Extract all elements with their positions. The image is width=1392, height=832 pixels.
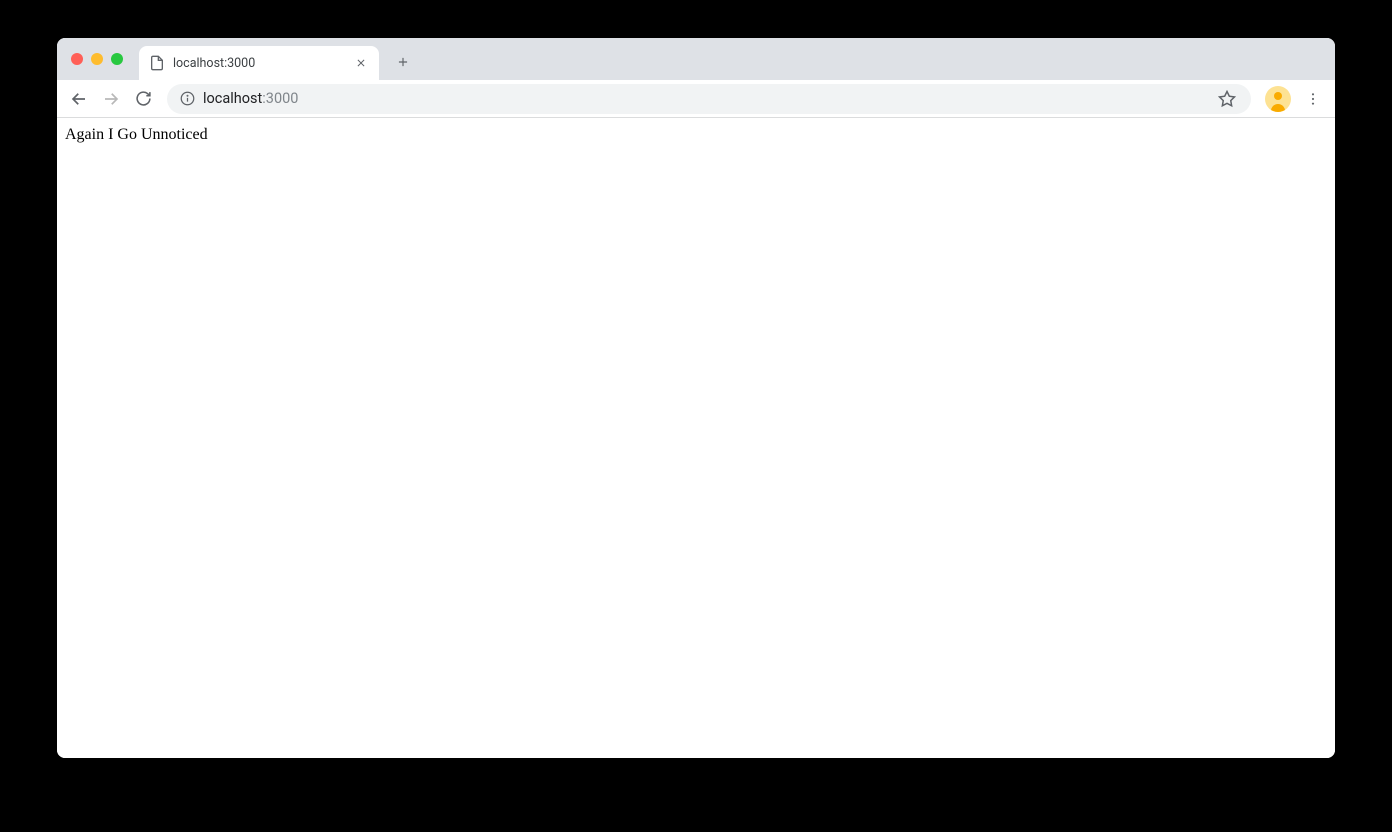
window-minimize-button[interactable] bbox=[91, 53, 103, 65]
tab-strip: localhost:3000 bbox=[57, 38, 1335, 80]
window-maximize-button[interactable] bbox=[111, 53, 123, 65]
site-info-icon[interactable] bbox=[179, 91, 195, 107]
profile-avatar[interactable] bbox=[1265, 86, 1291, 112]
bookmark-button[interactable] bbox=[1215, 87, 1239, 111]
browser-tab[interactable]: localhost:3000 bbox=[139, 46, 379, 80]
window-controls bbox=[67, 38, 133, 80]
url-host: localhost bbox=[203, 90, 262, 107]
browser-window: localhost:3000 bbox=[57, 38, 1335, 758]
browser-toolbar: localhost:3000 bbox=[57, 80, 1335, 118]
url-text: localhost:3000 bbox=[203, 90, 298, 107]
reload-button[interactable] bbox=[129, 85, 157, 113]
back-button[interactable] bbox=[65, 85, 93, 113]
window-close-button[interactable] bbox=[71, 53, 83, 65]
tab-title: localhost:3000 bbox=[173, 56, 347, 71]
browser-menu-button[interactable] bbox=[1299, 85, 1327, 113]
page-viewport: Again I Go Unnoticed bbox=[57, 118, 1335, 758]
new-tab-button[interactable] bbox=[389, 48, 417, 76]
file-icon bbox=[149, 55, 165, 71]
url-port: :3000 bbox=[262, 90, 298, 107]
tab-close-button[interactable] bbox=[353, 55, 369, 71]
address-bar[interactable]: localhost:3000 bbox=[167, 84, 1251, 114]
forward-button[interactable] bbox=[97, 85, 125, 113]
page-body-text: Again I Go Unnoticed bbox=[65, 126, 208, 143]
